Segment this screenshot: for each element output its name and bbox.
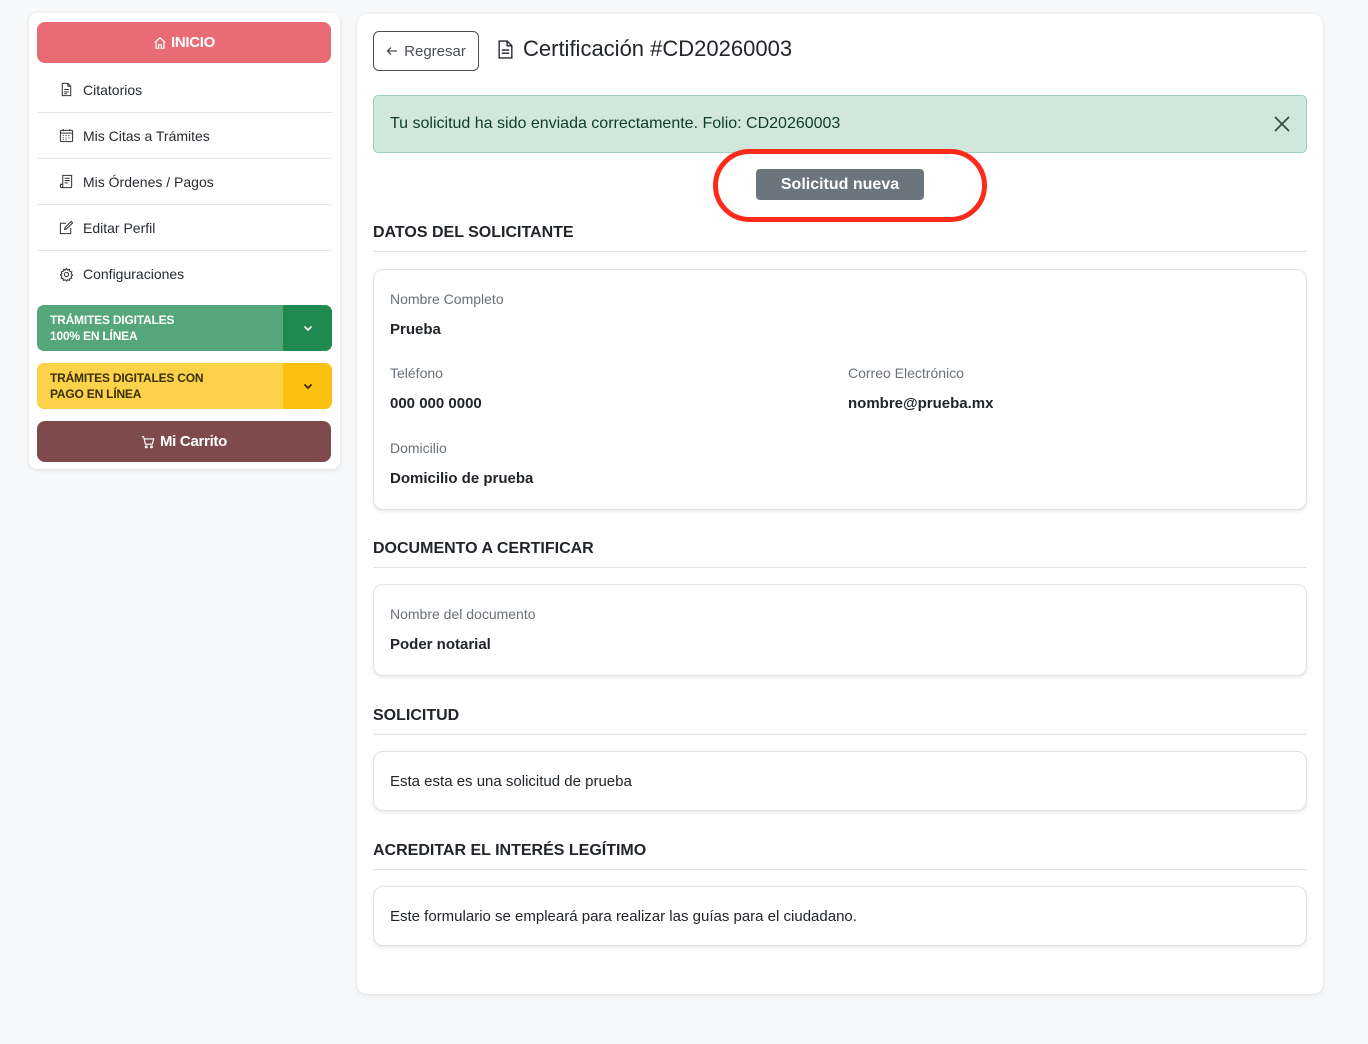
cart-icon bbox=[141, 435, 155, 448]
sidebar-item-configuraciones[interactable]: Configuraciones bbox=[37, 251, 332, 297]
highlight-annotation bbox=[713, 149, 987, 222]
sidebar-item-label: Configuraciones bbox=[83, 266, 185, 282]
solicitud-card: Esta esta es una solicitud de prueba bbox=[373, 751, 1307, 811]
edit-icon bbox=[59, 220, 74, 235]
section-title-documento: DOCUMENTO A CERTIFICAR bbox=[373, 540, 1307, 568]
document-icon bbox=[498, 39, 513, 59]
field-nombre-documento: Nombre del documento Poder notarial bbox=[390, 606, 536, 653]
sidebar-item-citas[interactable]: Mis Citas a Trámites bbox=[37, 113, 332, 159]
field-value: 000 000 0000 bbox=[390, 395, 482, 412]
tramites-digitales-pago[interactable]: TRÁMITES DIGITALES CON PAGO EN LÍNEA bbox=[37, 363, 332, 409]
field-value: Domicilio de prueba bbox=[390, 470, 534, 487]
sidebar-item-editar-perfil[interactable]: Editar Perfil bbox=[37, 205, 332, 251]
solicitante-card: Nombre Completo Prueba Teléfono 000 000 … bbox=[373, 269, 1307, 510]
sidebar-item-ordenes[interactable]: Mis Órdenes / Pagos bbox=[37, 159, 332, 205]
page-title: Certificación #CD20260003 bbox=[497, 36, 792, 62]
field-label: Teléfono bbox=[390, 365, 443, 381]
sidebar: INICIO Citatorios Mis Citas a Trámites M… bbox=[29, 13, 340, 469]
sidebar-item-label: Citatorios bbox=[83, 81, 143, 98]
field-value: Prueba bbox=[390, 321, 441, 338]
gear-icon bbox=[59, 267, 74, 282]
chevron-down-icon bbox=[303, 383, 312, 390]
home-label: INICIO bbox=[170, 34, 216, 51]
field-label: Nombre del documento bbox=[390, 606, 536, 622]
cart-label: Mi Carrito bbox=[159, 433, 227, 450]
field-nombre: Nombre Completo Prueba bbox=[390, 291, 504, 338]
section-title-interes: ACREDITAR EL INTERÉS LEGÍTIMO bbox=[373, 842, 1307, 870]
main-content: Regresar Certificación #CD20260003 Tu so… bbox=[357, 14, 1323, 994]
field-telefono: Teléfono 000 000 0000 bbox=[390, 365, 482, 412]
sidebar-item-citatorios[interactable]: Citatorios bbox=[37, 67, 332, 113]
section-title-solicitud: SOLICITUD bbox=[373, 707, 1307, 735]
calendar-icon bbox=[59, 128, 74, 143]
documento-card: Nombre del documento Poder notarial bbox=[373, 584, 1307, 676]
sidebar-item-label: Editar Perfil bbox=[83, 219, 156, 236]
cart-button[interactable]: Mi Carrito bbox=[37, 421, 331, 462]
arrow-left-icon bbox=[386, 47, 398, 55]
alert-message: Tu solicitud ha sido enviada correctamen… bbox=[390, 115, 841, 132]
document-icon bbox=[61, 82, 72, 97]
field-label: Nombre Completo bbox=[390, 291, 504, 307]
sidebar-menu: Citatorios Mis Citas a Trámites Mis Órde… bbox=[37, 67, 332, 297]
receipt-icon bbox=[59, 174, 73, 189]
sidebar-item-label: Mis Citas a Trámites bbox=[83, 127, 210, 144]
success-alert: Tu solicitud ha sido enviada correctamen… bbox=[373, 95, 1307, 153]
interes-text: Este formulario se empleará para realiza… bbox=[390, 908, 857, 925]
solicitud-text: Esta esta es una solicitud de prueba bbox=[390, 773, 632, 790]
back-button[interactable]: Regresar bbox=[373, 31, 479, 71]
back-label: Regresar bbox=[404, 42, 466, 60]
tramites-en-linea-label: TRÁMITES DIGITALES 100% EN LÍNEA bbox=[37, 305, 283, 351]
field-value: Poder notarial bbox=[390, 636, 491, 653]
interes-card: Este formulario se empleará para realiza… bbox=[373, 886, 1307, 946]
section-title-solicitante: DATOS DEL SOLICITANTE bbox=[373, 224, 1307, 252]
tramites-pago-label: TRÁMITES DIGITALES CON PAGO EN LÍNEA bbox=[37, 363, 283, 409]
field-label: Domicilio bbox=[390, 440, 447, 456]
field-value: nombre@prueba.mx bbox=[848, 395, 994, 412]
tramites-digitales-en-linea[interactable]: TRÁMITES DIGITALES 100% EN LÍNEA bbox=[37, 305, 332, 351]
home-icon bbox=[154, 36, 166, 49]
field-domicilio: Domicilio Domicilio de prueba bbox=[390, 440, 533, 487]
home-button[interactable]: INICIO bbox=[37, 22, 331, 63]
sidebar-item-label: Mis Órdenes / Pagos bbox=[83, 173, 214, 190]
page-title-text: Certificación #CD20260003 bbox=[523, 36, 793, 61]
field-label: Correo Electrónico bbox=[848, 365, 964, 381]
chevron-down-icon bbox=[303, 325, 312, 332]
tramites-en-linea-toggle[interactable] bbox=[283, 305, 332, 351]
field-correo: Correo Electrónico nombre@prueba.mx bbox=[848, 365, 994, 412]
close-icon[interactable] bbox=[1272, 114, 1292, 134]
tramites-pago-toggle[interactable] bbox=[283, 363, 332, 409]
